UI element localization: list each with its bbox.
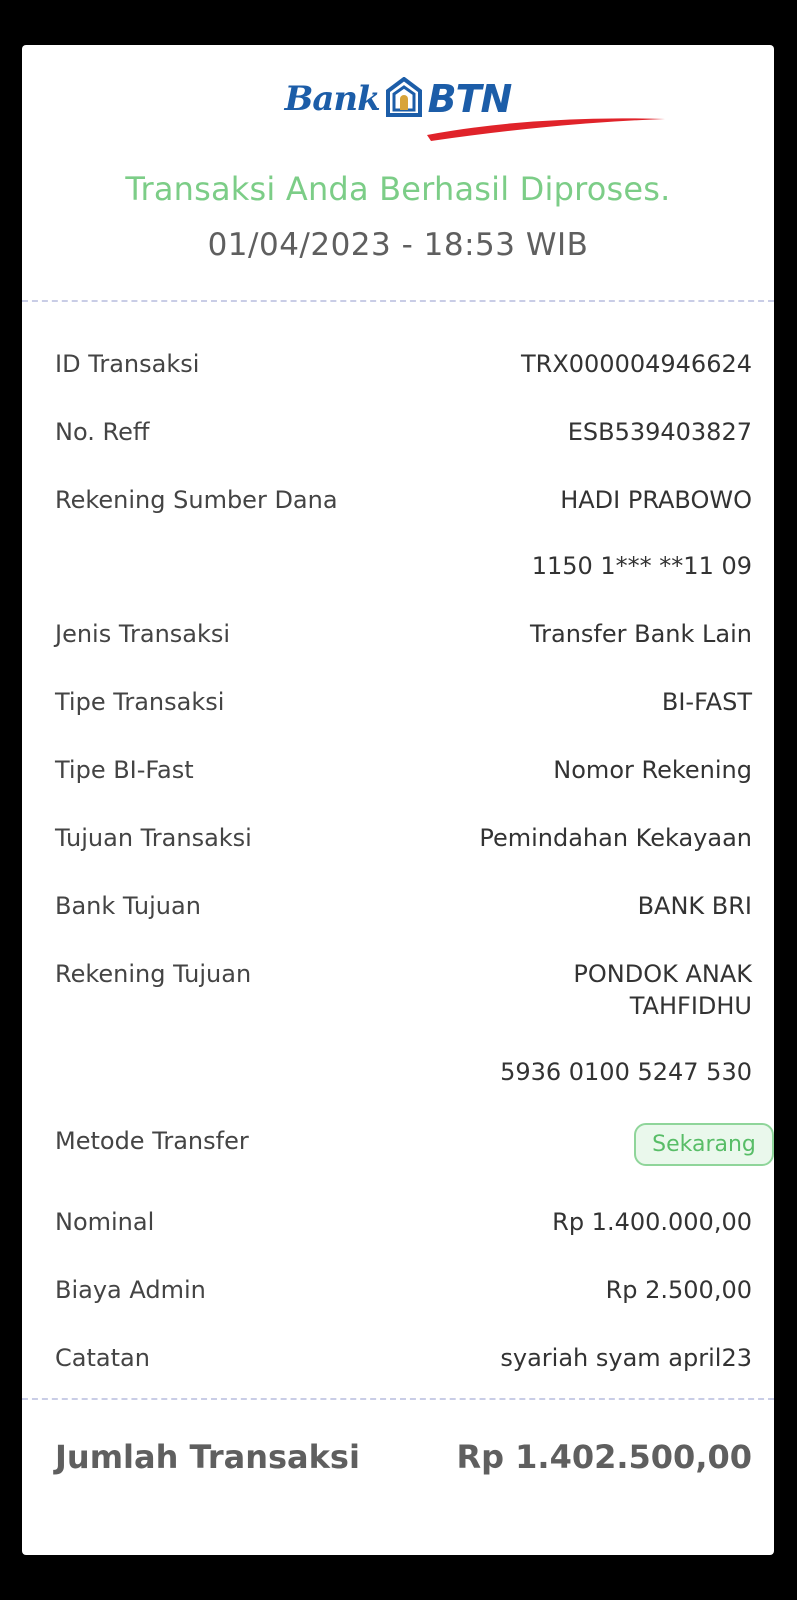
label-tipe-bifast: Tipe BI-Fast — [55, 756, 194, 784]
divider-top — [22, 300, 774, 302]
value-bank-tujuan: BANK BRI — [637, 892, 752, 920]
value-tipe-transaksi: BI-FAST — [661, 688, 752, 716]
house-icon — [385, 76, 422, 121]
value-biaya-admin: Rp 2.500,00 — [605, 1276, 752, 1304]
label-tipe-transaksi: Tipe Transaksi — [55, 688, 225, 716]
label-nominal: Nominal — [55, 1208, 155, 1236]
value-tujuan-transaksi: Pemindahan Kekayaan — [479, 824, 752, 852]
label-metode-transfer: Metode Transfer — [55, 1127, 249, 1155]
value-no-reff: ESB539403827 — [567, 418, 752, 446]
value-rekening-sumber-number: 1150 1*** **11 09 — [531, 552, 752, 580]
receipt-card: Bank BTN Transaksi Anda Berhasil Diprose… — [22, 45, 774, 1555]
label-rekening-sumber: Rekening Sumber Dana — [55, 486, 338, 514]
status-message: Transaksi Anda Berhasil Diproses. — [125, 170, 671, 208]
logo-swoosh — [426, 118, 665, 141]
divider-bottom — [22, 1398, 774, 1400]
value-rekening-tujuan-number: 5936 0100 5247 530 — [500, 1058, 752, 1086]
value-rekening-tujuan-name-line1: PONDOK ANAK — [573, 960, 752, 988]
label-jenis-transaksi: Jenis Transaksi — [55, 620, 231, 648]
label-catatan: Catatan — [55, 1344, 150, 1372]
value-jenis-transaksi: Transfer Bank Lain — [530, 620, 752, 648]
label-bank-tujuan: Bank Tujuan — [55, 892, 201, 920]
label-rekening-tujuan: Rekening Tujuan — [55, 960, 252, 988]
value-catatan: syariah syam april23 — [500, 1344, 752, 1372]
total-value: Rp 1.402.500,00 — [456, 1438, 752, 1476]
transaction-datetime: 01/04/2023 - 18:53 WIB — [207, 227, 589, 263]
label-biaya-admin: Biaya Admin — [55, 1276, 206, 1304]
value-rekening-sumber-name: HADI PRABOWO — [560, 486, 752, 514]
bank-logo: Bank BTN — [22, 76, 774, 147]
label-id-transaksi: ID Transaksi — [55, 350, 200, 378]
metode-transfer-badge: Sekarang — [634, 1123, 774, 1166]
value-rekening-tujuan-name-line2: TAHFIDHU — [629, 992, 752, 1020]
total-label: Jumlah Transaksi — [55, 1438, 360, 1476]
logo-bank-text: Bank — [284, 79, 381, 119]
value-nominal: Rp 1.400.000,00 — [552, 1208, 752, 1236]
value-tipe-bifast: Nomor Rekening — [553, 756, 752, 784]
value-id-transaksi: TRX000004946624 — [520, 350, 752, 378]
label-no-reff: No. Reff — [55, 418, 150, 446]
label-tujuan-transaksi: Tujuan Transaksi — [55, 824, 252, 852]
